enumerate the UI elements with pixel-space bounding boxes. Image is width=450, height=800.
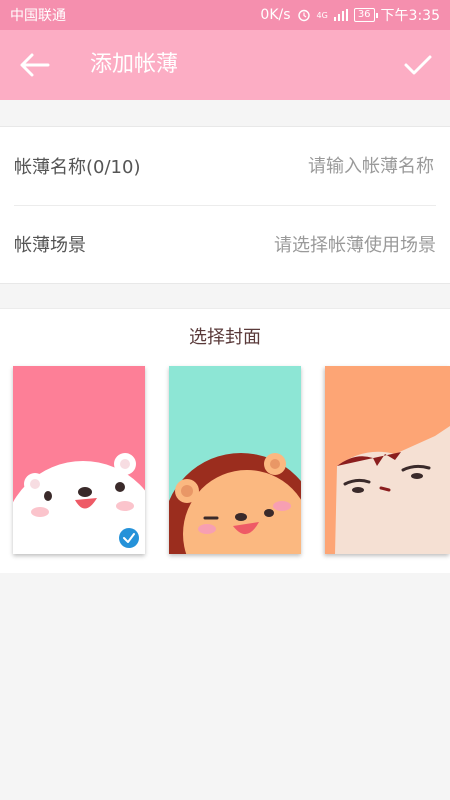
app-bar: 添加帐薄 bbox=[0, 30, 450, 100]
ledger-name-input[interactable] bbox=[242, 154, 436, 178]
clock: 下午3:35 bbox=[380, 8, 440, 24]
cover-option-cat[interactable] bbox=[325, 366, 450, 554]
ledger-form: 帐薄名称(0/10) 帐薄场景 请选择帐薄使用场景 bbox=[0, 126, 450, 284]
network-type: 4G bbox=[316, 10, 328, 20]
cover-section-title: 选择封面 bbox=[189, 327, 261, 348]
battery-icon: 36 bbox=[353, 8, 378, 22]
network-speed: 0K/s bbox=[260, 7, 291, 23]
arrow-left-icon bbox=[20, 53, 50, 77]
cover-section: 选择封面 bbox=[0, 308, 450, 573]
signal-icon bbox=[333, 9, 348, 21]
white-bear-illustration bbox=[13, 366, 145, 554]
cat-illustration bbox=[325, 366, 450, 554]
check-icon bbox=[404, 55, 432, 75]
ledger-scene-label: 帐薄场景 bbox=[14, 235, 86, 256]
alarm-icon bbox=[297, 9, 310, 22]
status-right: 0K/s 4G 36 下午3:35 bbox=[260, 5, 440, 25]
cover-option-lion[interactable] bbox=[169, 366, 301, 554]
ledger-scene-row[interactable]: 帐薄场景 请选择帐薄使用场景 bbox=[14, 205, 436, 283]
page-title: 添加帐薄 bbox=[90, 52, 179, 77]
back-button[interactable] bbox=[18, 50, 52, 80]
lion-illustration bbox=[169, 366, 301, 554]
ledger-name-label: 帐薄名称(0/10) bbox=[14, 157, 141, 178]
ledger-scene-selector[interactable]: 请选择帐薄使用场景 bbox=[274, 231, 436, 257]
selected-check-icon bbox=[119, 528, 139, 548]
status-bar: 中国联通 0K/s 4G 36 下午3:35 bbox=[0, 0, 450, 30]
cover-option-white-bear[interactable] bbox=[13, 366, 145, 554]
carrier-name: 中国联通 bbox=[10, 8, 66, 24]
confirm-button[interactable] bbox=[402, 50, 434, 80]
ledger-name-row[interactable]: 帐薄名称(0/10) bbox=[14, 127, 436, 206]
